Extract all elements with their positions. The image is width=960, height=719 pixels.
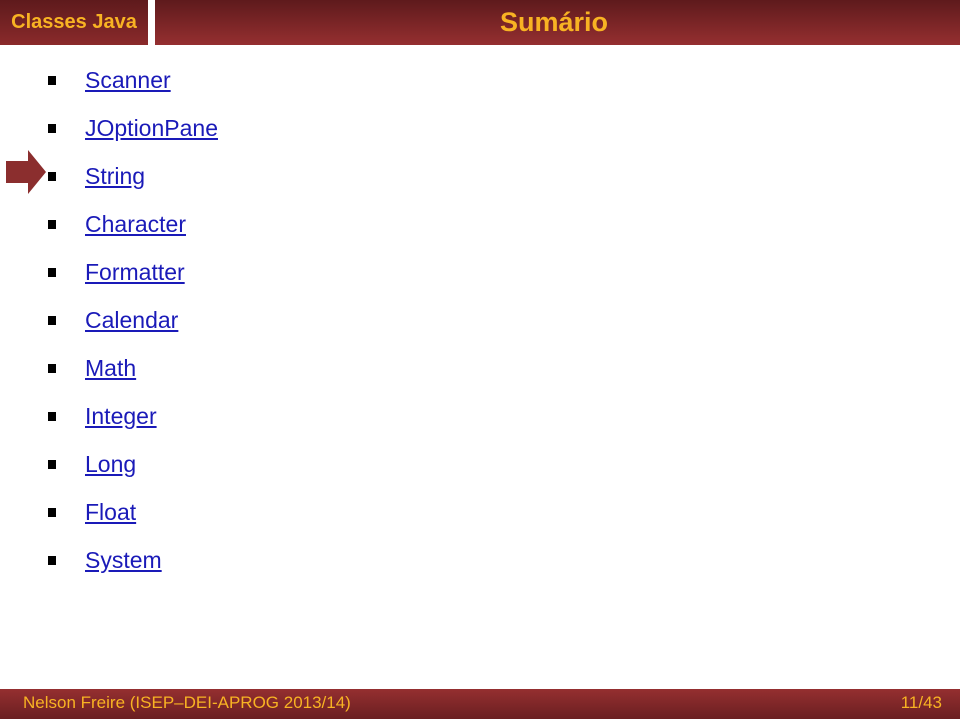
- list-item: System: [0, 536, 400, 584]
- list-item: Float: [0, 488, 400, 536]
- link-math[interactable]: Math: [85, 355, 136, 382]
- title-bar: Sumário: [155, 0, 960, 45]
- link-character[interactable]: Character: [85, 211, 186, 238]
- list-item: JOptionPane: [0, 104, 400, 152]
- bullet-icon: [48, 171, 56, 181]
- link-formatter[interactable]: Formatter: [85, 259, 185, 286]
- link-scanner[interactable]: Scanner: [85, 67, 171, 94]
- bullet-icon: [48, 219, 56, 229]
- bullet-icon: [48, 75, 56, 85]
- bullet-icon: [48, 315, 56, 325]
- bullet-icon: [48, 267, 56, 277]
- footer-author: Nelson Freire (ISEP–DEI-APROG 2013/14): [23, 693, 351, 712]
- bullet-icon: [48, 411, 56, 421]
- link-long[interactable]: Long: [85, 451, 136, 478]
- list-item: Calendar: [0, 296, 400, 344]
- section-label: Classes Java: [11, 11, 137, 33]
- link-system[interactable]: System: [85, 547, 162, 574]
- link-string[interactable]: String: [85, 163, 145, 190]
- list-item: String: [0, 152, 400, 200]
- section-header: Classes Java: [0, 0, 148, 45]
- list-item: Math: [0, 344, 400, 392]
- bullet-icon: [48, 555, 56, 565]
- bullet-icon: [48, 507, 56, 517]
- list-item: Scanner: [0, 56, 400, 104]
- bullet-icon: [48, 123, 56, 133]
- list-item: Character: [0, 200, 400, 248]
- list-item: Integer: [0, 392, 400, 440]
- link-integer[interactable]: Integer: [85, 403, 157, 430]
- footer: Nelson Freire (ISEP–DEI-APROG 2013/14) 1…: [0, 689, 960, 719]
- page-title: Sumário: [500, 7, 609, 37]
- bullet-icon: [48, 459, 56, 469]
- link-joptionpane[interactable]: JOptionPane: [85, 115, 218, 142]
- link-calendar[interactable]: Calendar: [85, 307, 178, 334]
- page-number: 11/43: [900, 693, 942, 712]
- bullet-icon: [48, 363, 56, 373]
- list-item: Formatter: [0, 248, 400, 296]
- list-item: Long: [0, 440, 400, 488]
- link-float[interactable]: Float: [85, 499, 136, 526]
